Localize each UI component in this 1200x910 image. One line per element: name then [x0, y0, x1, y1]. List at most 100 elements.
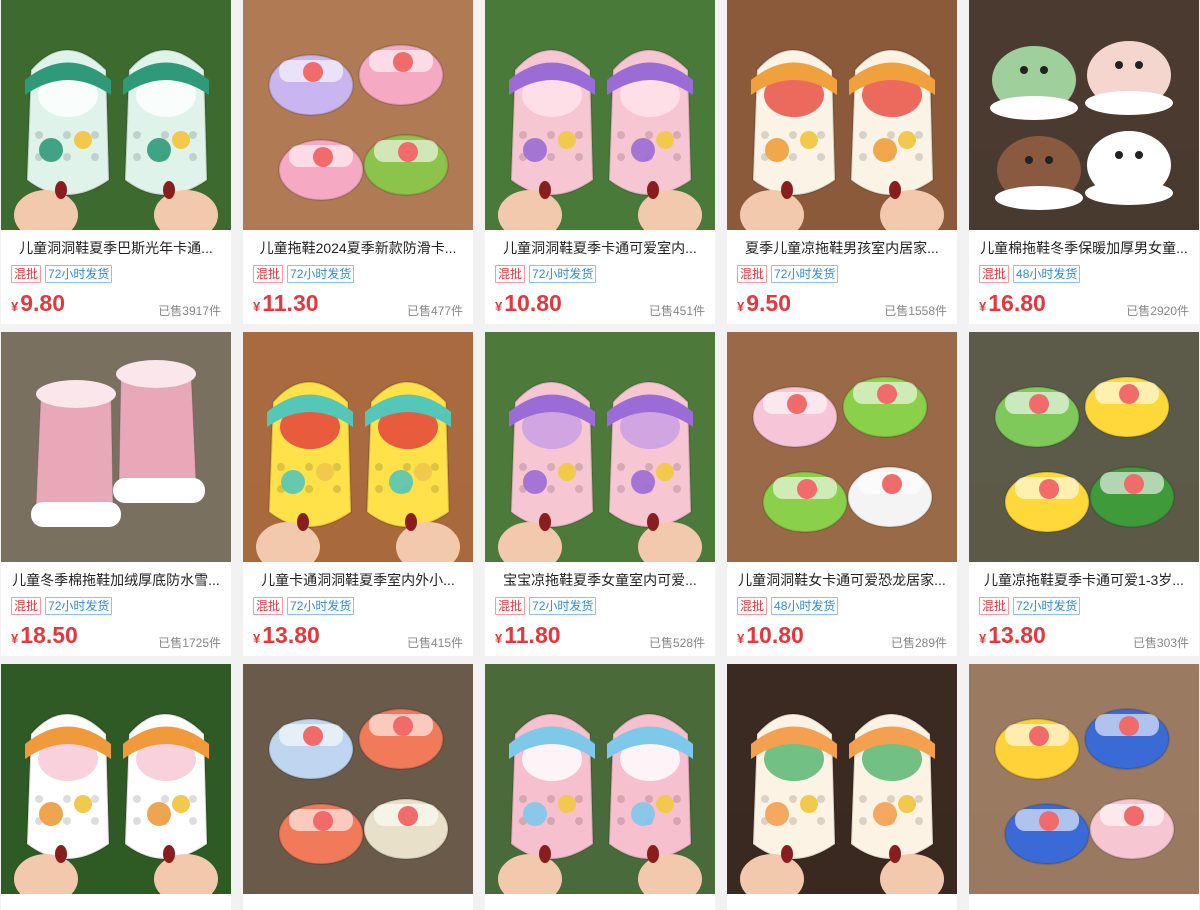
shipping-time-tag: 72小时发货: [287, 597, 355, 615]
product-card[interactable]: [727, 664, 957, 910]
price-value: 9.50: [746, 290, 791, 316]
product-title[interactable]: 儿童冬季棉拖鞋加绒厚底防水雪...: [1, 570, 231, 590]
currency-symbol: ¥: [11, 299, 19, 314]
product-title[interactable]: 儿童卡通洞洞鞋夏季室内外小...: [243, 570, 473, 590]
product-image[interactable]: [969, 0, 1199, 230]
product-card[interactable]: [485, 664, 715, 910]
currency-symbol: ¥: [737, 631, 745, 646]
shipping-time-tag: 72小时发货: [529, 597, 597, 615]
product-title[interactable]: 儿童洞洞鞋夏季巴斯光年卡通...: [1, 238, 231, 258]
product-image[interactable]: [1, 664, 231, 894]
product-price: ¥9.80: [11, 290, 65, 317]
product-photo-graphic: [485, 664, 715, 894]
product-tags: 混批 48小时发货: [737, 597, 839, 615]
product-image[interactable]: [969, 332, 1199, 562]
product-card[interactable]: 儿童凉拖鞋夏季卡通可爱1-3岁... 混批 72小时发货 ¥13.80 已售303件: [969, 332, 1199, 656]
product-photo-graphic: [243, 0, 473, 230]
product-title[interactable]: 儿童拖鞋2024夏季新款防滑卡...: [243, 238, 473, 258]
sold-count: 已售1558件: [884, 304, 947, 318]
product-tags: 混批 72小时发货: [495, 265, 597, 283]
mixed-wholesale-tag: 混批: [253, 597, 284, 615]
sold-count: 已售303件: [1132, 636, 1189, 650]
product-image[interactable]: [1, 0, 231, 230]
product-photo-graphic: [727, 664, 957, 894]
product-image[interactable]: [969, 664, 1199, 894]
product-title[interactable]: 儿童凉拖鞋夏季卡通可爱1-3岁...: [969, 570, 1199, 590]
product-card[interactable]: 宝宝凉拖鞋夏季女童室内可爱... 混批 72小时发货 ¥11.80 已售528件: [485, 332, 715, 656]
price-value: 9.80: [20, 290, 65, 316]
mixed-wholesale-tag: 混批: [495, 597, 526, 615]
product-tags: 混批 72小时发货: [253, 597, 355, 615]
sold-count: 已售2920件: [1126, 304, 1189, 318]
product-photo-graphic: [969, 0, 1199, 230]
product-price: ¥11.80: [495, 622, 561, 649]
product-image[interactable]: [485, 332, 715, 562]
price-value: 13.80: [262, 622, 320, 648]
mixed-wholesale-tag: 混批: [11, 265, 42, 283]
product-card[interactable]: 儿童洞洞鞋夏季巴斯光年卡通... 混批 72小时发货 ¥9.80 已售3917件: [1, 0, 231, 324]
product-price: ¥11.30: [253, 290, 319, 317]
product-card[interactable]: 儿童卡通洞洞鞋夏季室内外小... 混批 72小时发货 ¥13.80 已售415件: [243, 332, 473, 656]
price-value: 13.80: [988, 622, 1046, 648]
product-card[interactable]: [969, 664, 1199, 910]
product-card[interactable]: 儿童冬季棉拖鞋加绒厚底防水雪... 混批 72小时发货 ¥18.50 已售1725件: [1, 332, 231, 656]
product-image[interactable]: [727, 664, 957, 894]
currency-symbol: ¥: [979, 299, 987, 314]
currency-symbol: ¥: [737, 299, 745, 314]
product-tags: 混批 72小时发货: [737, 265, 839, 283]
shipping-time-tag: 48小时发货: [771, 597, 839, 615]
product-image[interactable]: [485, 0, 715, 230]
product-title[interactable]: 儿童棉拖鞋冬季保暖加厚男女童...: [969, 238, 1199, 258]
shipping-time-tag: 72小时发货: [529, 265, 597, 283]
currency-symbol: ¥: [253, 299, 261, 314]
product-title[interactable]: 儿童洞洞鞋夏季卡通可爱室内...: [485, 238, 715, 258]
sold-count: 已售1725件: [158, 636, 221, 650]
currency-symbol: ¥: [11, 631, 19, 646]
product-photo-graphic: [1, 0, 231, 230]
sold-count: 已售3917件: [158, 304, 221, 318]
product-title[interactable]: 夏季儿童凉拖鞋男孩室内居家...: [727, 238, 957, 258]
product-price: ¥13.80: [979, 622, 1046, 649]
product-card[interactable]: [1, 664, 231, 910]
shipping-time-tag: 48小时发货: [1013, 265, 1081, 283]
mixed-wholesale-tag: 混批: [737, 597, 768, 615]
product-card[interactable]: 儿童拖鞋2024夏季新款防滑卡... 混批 72小时发货 ¥11.30 已售477件: [243, 0, 473, 324]
product-tags: 混批 72小时发货: [11, 597, 113, 615]
shipping-time-tag: 72小时发货: [1013, 597, 1081, 615]
product-image[interactable]: [727, 332, 957, 562]
price-value: 11.30: [262, 290, 319, 316]
currency-symbol: ¥: [979, 631, 987, 646]
product-image[interactable]: [727, 0, 957, 230]
product-image[interactable]: [1, 332, 231, 562]
product-card[interactable]: 儿童棉拖鞋冬季保暖加厚男女童... 混批 48小时发货 ¥16.80 已售2920件: [969, 0, 1199, 324]
product-photo-graphic: [243, 664, 473, 894]
product-photo-graphic: [1, 332, 231, 562]
product-card[interactable]: [243, 664, 473, 910]
currency-symbol: ¥: [253, 631, 261, 646]
product-image[interactable]: [243, 664, 473, 894]
mixed-wholesale-tag: 混批: [979, 597, 1010, 615]
product-photo-graphic: [969, 332, 1199, 562]
product-price: ¥18.50: [11, 622, 78, 649]
product-image[interactable]: [243, 0, 473, 230]
price-value: 18.50: [20, 622, 78, 648]
product-card[interactable]: 夏季儿童凉拖鞋男孩室内居家... 混批 72小时发货 ¥9.50 已售1558件: [727, 0, 957, 324]
product-price: ¥13.80: [253, 622, 320, 649]
mixed-wholesale-tag: 混批: [253, 265, 284, 283]
product-image[interactable]: [243, 332, 473, 562]
product-photo-graphic: [727, 0, 957, 230]
product-card[interactable]: 儿童洞洞鞋女卡通可爱恐龙居家... 混批 48小时发货 ¥10.80 已售289件: [727, 332, 957, 656]
product-tags: 混批 72小时发货: [495, 597, 597, 615]
product-image[interactable]: [485, 664, 715, 894]
mixed-wholesale-tag: 混批: [979, 265, 1010, 283]
product-title[interactable]: 宝宝凉拖鞋夏季女童室内可爱...: [485, 570, 715, 590]
product-card[interactable]: 儿童洞洞鞋夏季卡通可爱室内... 混批 72小时发货 ¥10.80 已售451件: [485, 0, 715, 324]
product-price: ¥9.50: [737, 290, 791, 317]
product-photo-graphic: [1, 664, 231, 894]
currency-symbol: ¥: [495, 631, 503, 646]
mixed-wholesale-tag: 混批: [737, 265, 768, 283]
product-title[interactable]: 儿童洞洞鞋女卡通可爱恐龙居家...: [727, 570, 957, 590]
shipping-time-tag: 72小时发货: [45, 265, 113, 283]
product-photo-graphic: [485, 332, 715, 562]
price-value: 11.80: [504, 622, 561, 648]
